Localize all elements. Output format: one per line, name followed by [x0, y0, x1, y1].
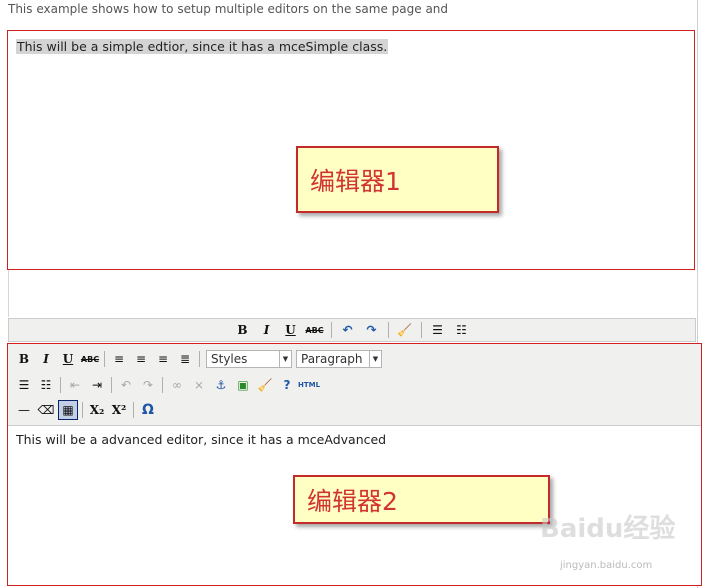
undo-icon[interactable]: ↶	[116, 375, 136, 395]
styles-select[interactable]: Styles ▼	[206, 350, 292, 368]
redo-icon[interactable]: ↷	[138, 375, 158, 395]
numbered-list-icon[interactable]: ☷	[36, 375, 56, 395]
styles-select-value: Styles	[211, 352, 248, 366]
toolbar-row-3: — ⌫ ▦ X₂ X² Ω	[14, 398, 158, 422]
toolbar-row-2: ☰ ☷ ⇤ ⇥ ↶ ↷ ∞ ⨯ ⚓ ▣ 🧹 ? HTML	[14, 373, 320, 397]
chevron-down-icon: ▼	[279, 351, 291, 367]
underline-button[interactable]: U	[281, 320, 301, 340]
format-select[interactable]: Paragraph ▼	[296, 350, 382, 368]
undo-icon[interactable]: ↶	[338, 320, 358, 340]
toolbar-separator	[111, 377, 112, 393]
simple-editor-lower-area[interactable]	[8, 270, 698, 317]
toolbar-separator	[330, 322, 332, 338]
visual-aid-icon[interactable]: ▦	[58, 400, 78, 420]
redo-icon[interactable]: ↷	[362, 320, 382, 340]
subscript-button[interactable]: X₂	[87, 400, 107, 420]
simple-editor-toolbar: B I U ABC ↶ ↷ 🧹 ☰ ☷	[8, 318, 696, 342]
toolbar-separator	[162, 377, 163, 393]
numbered-list-icon[interactable]: ☷	[452, 320, 472, 340]
bullet-list-icon[interactable]: ☰	[428, 320, 448, 340]
chevron-down-icon: ▼	[369, 351, 381, 367]
format-select-value: Paragraph	[301, 352, 363, 366]
toolbar-separator	[60, 377, 61, 393]
toolbar-row-1: B I U ABC ≡ ≡ ≡ ≣ Styles ▼ Paragraph ▼	[14, 347, 382, 371]
toolbar-separator	[420, 322, 422, 338]
align-left-icon[interactable]: ≡	[109, 349, 129, 369]
image-icon[interactable]: ▣	[233, 375, 253, 395]
link-icon[interactable]: ∞	[167, 375, 187, 395]
toolbar-separator	[82, 402, 83, 418]
callout-editor-1: 编辑器1	[296, 146, 499, 213]
strikethrough-button[interactable]: ABC	[80, 349, 100, 369]
remove-format-eraser-icon[interactable]: ⌫	[36, 400, 56, 420]
html-source-button[interactable]: HTML	[298, 375, 320, 395]
bold-button[interactable]: B	[233, 320, 253, 340]
superscript-button[interactable]: X²	[109, 400, 129, 420]
align-right-icon[interactable]: ≡	[153, 349, 173, 369]
unlink-icon[interactable]: ⨯	[189, 375, 209, 395]
toolbar-separator	[133, 402, 134, 418]
baidu-watermark-url: jingyan.baidu.com	[560, 560, 653, 571]
help-icon[interactable]: ?	[277, 375, 297, 395]
align-center-icon[interactable]: ≡	[131, 349, 151, 369]
toolbar-separator	[387, 322, 389, 338]
underline-button[interactable]: U	[58, 349, 78, 369]
indent-icon[interactable]: ⇥	[87, 375, 107, 395]
bold-button[interactable]: B	[14, 349, 34, 369]
anchor-icon[interactable]: ⚓	[211, 375, 231, 395]
horizontal-rule-icon[interactable]: —	[14, 400, 34, 420]
toolbar-separator	[104, 351, 105, 367]
simple-editor-content[interactable]: This will be a simple edtior, since it h…	[16, 39, 389, 54]
bullet-list-icon[interactable]: ☰	[14, 375, 34, 395]
outdent-icon[interactable]: ⇤	[65, 375, 85, 395]
charmap-button[interactable]: Ω	[138, 400, 158, 420]
callout-editor-2: 编辑器2	[293, 475, 550, 524]
italic-button[interactable]: I	[36, 349, 56, 369]
strikethrough-button[interactable]: ABC	[305, 320, 325, 340]
advanced-editor: B I U ABC ≡ ≡ ≡ ≣ Styles ▼ Paragraph ▼ ☰…	[7, 343, 702, 586]
cleanup-broom-icon[interactable]: 🧹	[255, 375, 275, 395]
align-justify-icon[interactable]: ≣	[175, 349, 195, 369]
toolbar-separator	[199, 351, 200, 367]
advanced-editor-content[interactable]: This will be a advanced editor, since it…	[16, 432, 386, 447]
cleanup-broom-icon[interactable]: 🧹	[395, 320, 415, 340]
intro-text: This example shows how to setup multiple…	[8, 2, 449, 16]
italic-button[interactable]: I	[257, 320, 277, 340]
baidu-watermark-logo: Baidu经验	[540, 514, 676, 544]
advanced-editor-toolbar: B I U ABC ≡ ≡ ≡ ≣ Styles ▼ Paragraph ▼ ☰…	[8, 344, 701, 426]
